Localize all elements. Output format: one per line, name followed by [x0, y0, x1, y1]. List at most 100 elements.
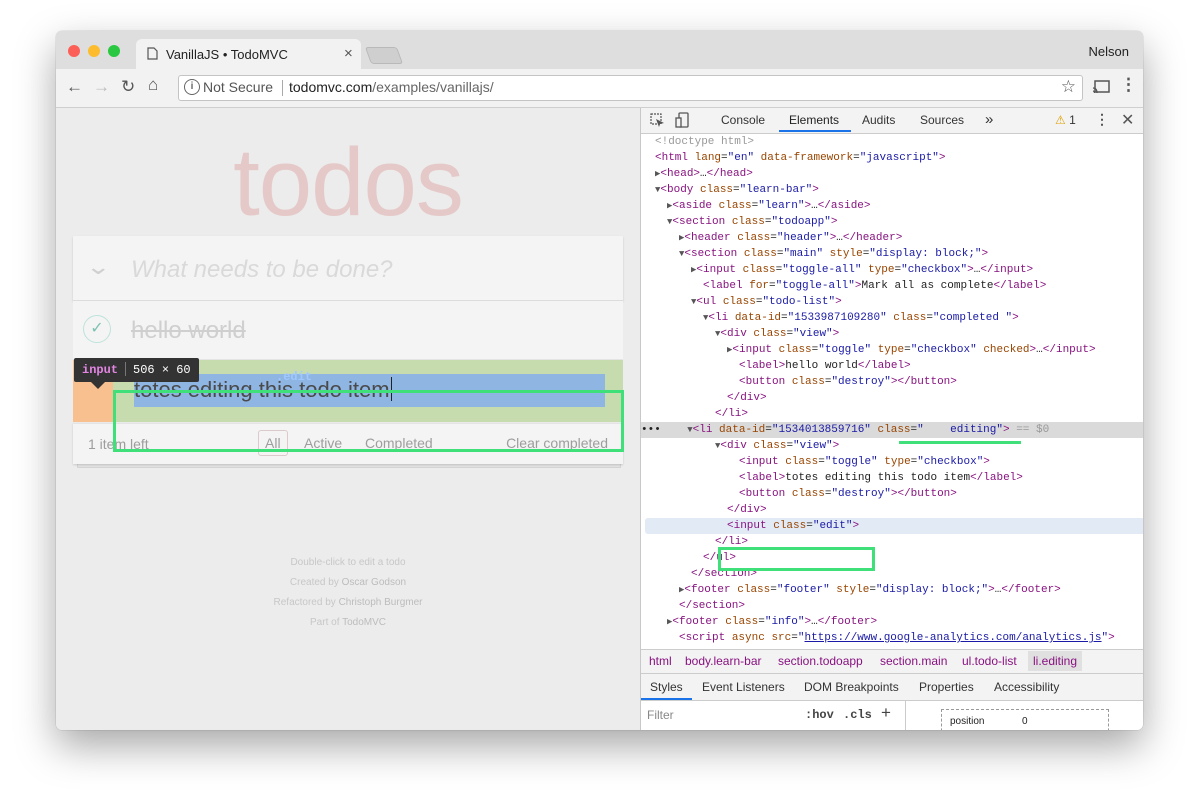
back-icon[interactable]: ←: [66, 77, 83, 97]
info-author-link[interactable]: Oscar Godson: [342, 577, 406, 588]
styles-filter-input[interactable]: Filter: [647, 708, 795, 724]
dom-line[interactable]: </div>: [641, 390, 1143, 406]
dom-line[interactable]: ▼<section class="todoapp">: [641, 214, 1143, 230]
tab-elements[interactable]: Elements: [789, 113, 839, 127]
class-toggle[interactable]: .cls: [843, 708, 872, 722]
dom-line[interactable]: ▶<footer class="info">…</footer>: [641, 614, 1143, 630]
box-model-value[interactable]: 0: [1022, 716, 1028, 727]
maximize-window-button[interactable]: [108, 45, 120, 57]
browser-toolbar: ← → ↻ ⌂ i Not Secure todomvc.com/example…: [56, 69, 1143, 108]
address-bar[interactable]: i Not Secure todomvc.com/examples/vanill…: [178, 75, 1083, 101]
dom-line[interactable]: <label>totes editing this todo item</lab…: [641, 470, 1143, 486]
todo-item: ✓ hello world: [73, 301, 623, 360]
subtab-properties[interactable]: Properties: [919, 680, 974, 694]
new-todo-row: ⌄ What needs to be done?: [73, 236, 623, 301]
dom-line[interactable]: </section>: [641, 598, 1143, 614]
annotation-box: [718, 547, 875, 571]
annotation-underline: [899, 441, 1021, 444]
active-tab-indicator: [779, 130, 851, 132]
warning-count-value: 1: [1069, 113, 1076, 127]
breadcrumb-section-main[interactable]: section.main: [880, 654, 947, 668]
inspect-element-icon[interactable]: [650, 113, 665, 128]
info-refactor-link[interactable]: Christoph Burgmer: [339, 597, 423, 608]
subtab-styles[interactable]: Styles: [650, 680, 683, 694]
subtab-event-listeners[interactable]: Event Listeners: [702, 680, 785, 694]
dom-line[interactable]: ▼<div class="view">: [641, 438, 1143, 454]
dom-line[interactable]: <input class="toggle" type="checkbox">: [641, 454, 1143, 470]
add-rule-icon[interactable]: +: [881, 703, 891, 723]
dom-line[interactable]: ▼<section class="main" style="display: b…: [641, 246, 1143, 262]
info-refactored-by: Refactored by Christoph Burgmer: [56, 597, 640, 608]
dom-line[interactable]: </div>: [641, 502, 1143, 518]
tab-audits[interactable]: Audits: [862, 113, 895, 127]
dom-line[interactable]: ▶<input class="toggle" type="checkbox" c…: [641, 342, 1143, 358]
forward-icon[interactable]: →: [93, 77, 110, 97]
info-icon[interactable]: i: [184, 79, 200, 95]
close-window-button[interactable]: [68, 45, 80, 57]
breadcrumb-li-editing[interactable]: li.editing: [1028, 651, 1083, 671]
dom-line[interactable]: ▼<body class="learn-bar">: [641, 182, 1143, 198]
dom-line[interactable]: <script async src="https://www.google-an…: [641, 630, 1143, 646]
dom-line[interactable]: </section>: [641, 566, 1143, 582]
styles-subtabs: Styles Event Listeners DOM Breakpoints P…: [641, 674, 1143, 701]
url-text[interactable]: todomvc.com/examples/vanillajs/: [289, 79, 494, 95]
dom-line[interactable]: </ul>: [641, 550, 1143, 566]
toggle-all-chevron-icon[interactable]: ⌄: [85, 254, 111, 280]
tooltip-arrow: [91, 382, 105, 389]
dom-line[interactable]: <button class="destroy"></button>: [641, 486, 1143, 502]
info-todomvc-link[interactable]: TodoMVC: [342, 617, 386, 628]
breadcrumb-section-todoapp[interactable]: section.todoapp: [778, 654, 863, 668]
bookmark-star-icon[interactable]: ☆: [1061, 77, 1076, 97]
warning-count[interactable]: ⚠ 1: [1055, 113, 1076, 127]
dom-line[interactable]: <label>hello world</label>: [641, 358, 1143, 374]
inspect-tooltip: input .edit 506 × 60: [74, 358, 312, 384]
breadcrumb-html[interactable]: html: [649, 654, 672, 668]
todo-label[interactable]: hello world: [131, 317, 246, 345]
dom-line[interactable]: </li>: [641, 406, 1143, 422]
app-heading: todos: [233, 129, 464, 236]
menu-kebab-icon[interactable]: ⋮: [1120, 75, 1137, 95]
minimize-window-button[interactable]: [88, 45, 100, 57]
tab-console[interactable]: Console: [721, 113, 765, 127]
dom-line-hovered[interactable]: <input class="edit">: [645, 518, 1143, 534]
reload-icon[interactable]: ↻: [121, 77, 135, 97]
box-model: position 0: [941, 709, 1109, 730]
close-devtools-icon[interactable]: ✕: [1121, 110, 1134, 130]
box-model-label: position: [950, 716, 985, 727]
tab-close-icon[interactable]: ×: [344, 45, 353, 62]
subtab-accessibility[interactable]: Accessibility: [994, 680, 1059, 694]
todo-toggle-checkbox[interactable]: ✓: [83, 315, 111, 343]
subtab-dom-breakpoints[interactable]: DOM Breakpoints: [804, 680, 899, 694]
dom-line[interactable]: ▼<div class="view">: [641, 326, 1143, 342]
hover-state-toggle[interactable]: :hov: [805, 708, 834, 722]
profile-name[interactable]: Nelson: [1089, 44, 1129, 59]
tab-sources[interactable]: Sources: [920, 113, 964, 127]
dom-line[interactable]: ▶<head>…</head>: [641, 166, 1143, 182]
dom-line-selected[interactable]: ••• ▼<li data-id="1534013859716" class="…: [641, 422, 1143, 438]
dom-line[interactable]: </li>: [641, 534, 1143, 550]
dom-line[interactable]: <!doctype html>: [641, 134, 1143, 150]
active-subtab-indicator: [641, 698, 692, 700]
dom-line[interactable]: <html lang="en" data-framework="javascri…: [641, 150, 1143, 166]
dom-line[interactable]: ▼<li data-id="1533987109280" class="comp…: [641, 310, 1143, 326]
new-todo-input[interactable]: What needs to be done?: [131, 256, 393, 284]
devtools-menu-icon[interactable]: ⋮: [1095, 111, 1109, 128]
breadcrumb-body[interactable]: body.learn-bar: [685, 654, 762, 668]
dom-line[interactable]: ▶<aside class="learn">…</aside>: [641, 198, 1143, 214]
device-toolbar-icon[interactable]: [675, 112, 691, 129]
browser-tab[interactable]: VanillaJS • TodoMVC ×: [136, 39, 361, 69]
breadcrumb-ul[interactable]: ul.todo-list: [962, 654, 1017, 668]
dom-line[interactable]: <label for="toggle-all">Mark all as comp…: [641, 278, 1143, 294]
tooltip-tag: input: [82, 363, 119, 377]
home-icon[interactable]: ⌂: [148, 75, 158, 95]
dom-line[interactable]: <button class="destroy"></button>: [641, 374, 1143, 390]
security-status[interactable]: Not Secure: [203, 79, 273, 95]
dom-line[interactable]: ▼<ul class="todo-list">: [641, 294, 1143, 310]
dom-line[interactable]: ▶<input class="toggle-all" type="checkbo…: [641, 262, 1143, 278]
new-tab-button[interactable]: [364, 47, 404, 64]
more-tabs-icon[interactable]: »: [985, 111, 993, 128]
cast-icon[interactable]: [1092, 79, 1110, 95]
dom-line[interactable]: ▶<footer class="footer" style="display: …: [641, 582, 1143, 598]
info-part-of: Part of TodoMVC: [56, 617, 640, 628]
dom-line[interactable]: ▶<header class="header">…</header>: [641, 230, 1143, 246]
